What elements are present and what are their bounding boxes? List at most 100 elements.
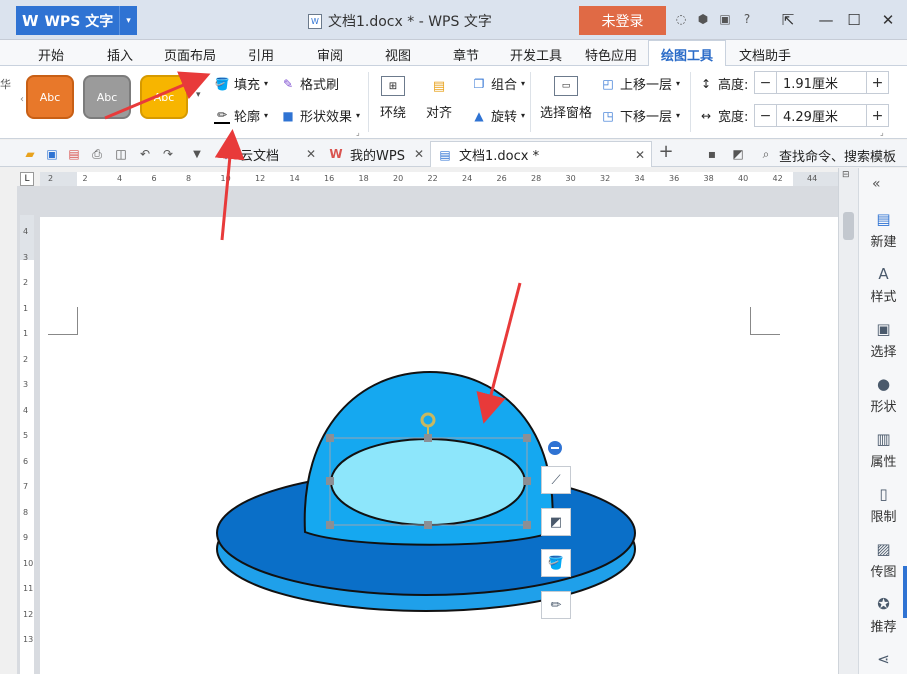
tab-developer[interactable]: 开发工具 — [510, 45, 562, 64]
tab-special[interactable]: 特色应用 — [585, 45, 637, 64]
minimize-button[interactable]: — — [812, 8, 840, 32]
width-stepper[interactable]: − 4.29厘米 + — [754, 104, 889, 127]
panel-expand-icon[interactable]: « — [872, 176, 881, 192]
feedback-icon[interactable]: ▣ — [716, 10, 734, 28]
ruler-tick-label: 3 — [23, 252, 29, 262]
help-icon[interactable]: ? — [738, 10, 756, 28]
dialog-launcher-icon[interactable]: ⌟ — [356, 128, 360, 137]
fill-button[interactable]: 🪣 填充 ▾ — [214, 74, 269, 94]
skin-icon[interactable]: ◌ — [672, 10, 690, 28]
search-command-box[interactable]: 查找命令、搜索模板 — [779, 146, 896, 165]
layout-options-icon[interactable]: ⟋ — [541, 466, 571, 494]
tab-reference[interactable]: 引用 — [248, 45, 274, 64]
tab-chapter[interactable]: 章节 — [453, 45, 479, 64]
close-icon[interactable]: ✕ — [414, 147, 424, 161]
rotate-icon: ▲ — [474, 108, 484, 123]
close-icon[interactable]: ✕ — [635, 148, 645, 162]
bring-forward-button[interactable]: ◰ 上移一层 ▾ — [600, 74, 680, 94]
app-menu-button[interactable]: W WPS 文字 ▾ — [16, 6, 137, 35]
open-folder-icon[interactable]: ▰ — [22, 146, 38, 162]
tab-insert[interactable]: 插入 — [107, 45, 133, 64]
width-increase-button[interactable]: + — [866, 105, 888, 126]
rotate-button[interactable]: ▲ 旋转 ▾ — [471, 106, 525, 126]
align-button[interactable]: ▤ 对齐 — [426, 76, 452, 122]
save-icon[interactable]: ▣ — [44, 146, 60, 162]
side-item-properties[interactable]: ▥ 属性 — [859, 430, 907, 470]
chevron-down-icon[interactable]: ▼ — [189, 146, 205, 162]
style-swatch-gray[interactable]: Abc — [83, 75, 131, 119]
selection-pane-button[interactable]: ▭ 选择窗格 — [540, 76, 592, 121]
undo-icon[interactable]: ↶ — [137, 146, 153, 162]
login-button[interactable]: 未登录 — [579, 6, 666, 35]
restore-icon[interactable]: ⇱ — [774, 8, 802, 32]
shape-effect-button[interactable]: ■ 形状效果 ▾ — [280, 106, 360, 126]
scroll-left-icon[interactable]: ‹ — [20, 94, 24, 105]
doc-tab-mywps[interactable]: W 我的WPS ✕ — [322, 141, 430, 167]
export-pdf-icon[interactable]: ▤ — [66, 146, 82, 162]
shape-style-icon[interactable]: ◩ — [541, 508, 571, 536]
vertical-scrollbar[interactable]: ⊟ — [838, 168, 858, 674]
fill-bucket-icon[interactable]: 🪣 — [541, 549, 571, 577]
dialog-launcher-icon[interactable]: ⌟ — [880, 128, 884, 137]
quick-access-bar: ▰ ▣ ▤ ⎙ ◫ ↶ ↷ ▼ ◆ 云文档 ✕ W 我的WPS ✕ ▤ 文档1.… — [0, 140, 907, 167]
side-item-restrict[interactable]: ▯ 限制 — [859, 485, 907, 525]
width-value[interactable]: 4.29厘米 — [777, 106, 838, 125]
side-item-recommend[interactable]: ✪ 推荐 — [859, 595, 907, 635]
tab-view[interactable]: 视图 — [385, 45, 411, 64]
tab-doc-assistant[interactable]: 文档助手 — [739, 45, 791, 64]
maximize-button[interactable]: ☐ — [840, 8, 868, 32]
print-icon[interactable]: ⎙ — [89, 146, 105, 162]
side-item-upload-image[interactable]: ▨ 传图 — [859, 540, 907, 580]
scrollbar-thumb[interactable] — [843, 212, 854, 240]
style-swatch-yellow[interactable]: Abc — [140, 75, 188, 119]
rotate-label: 旋转 — [491, 110, 518, 125]
chevron-down-icon: ▾ — [264, 79, 269, 88]
comment-icon[interactable]: ◩ — [730, 146, 746, 162]
style-swatch-orange[interactable]: Abc — [26, 75, 74, 119]
doc-tab-cloud[interactable]: ◆ 云文档 ✕ — [212, 141, 322, 167]
settings-icon[interactable]: ⬢ — [694, 10, 712, 28]
styles-more-icon[interactable]: ▾ — [196, 90, 201, 100]
redo-icon[interactable]: ↷ — [160, 146, 176, 162]
wrap-button[interactable]: ⊞ 环绕 — [380, 76, 406, 121]
format-brush-button[interactable]: ✎ 格式刷 — [280, 74, 339, 94]
doc-tab-document1[interactable]: ▤ 文档1.docx * ✕ — [430, 141, 652, 167]
print-preview-icon[interactable]: ◫ — [113, 146, 129, 162]
tab-start[interactable]: 开始 — [38, 45, 64, 64]
group-button[interactable]: ❐ 组合 ▾ — [471, 74, 525, 94]
send-backward-button[interactable]: ◳ 下移一层 ▾ — [600, 106, 680, 126]
document-page[interactable] — [40, 217, 838, 674]
new-tab-plus-icon[interactable]: + — [658, 141, 674, 162]
tab-page-layout[interactable]: 页面布局 — [164, 45, 216, 64]
side-item-style[interactable]: A 样式 — [859, 265, 907, 305]
close-button[interactable]: ✕ — [874, 8, 902, 32]
chevron-down-icon[interactable]: ▾ — [119, 6, 137, 35]
tab-drawing-tools[interactable]: 绘图工具 — [648, 40, 727, 67]
ruler-tick-label: 2 — [23, 354, 29, 364]
width-decrease-button[interactable]: − — [755, 105, 777, 126]
close-icon[interactable]: ✕ — [306, 147, 316, 161]
outline-pen-icon[interactable]: ✏ — [541, 591, 571, 619]
height-value[interactable]: 1.91厘米 — [777, 73, 838, 92]
side-item-share[interactable]: ⋖ — [859, 650, 907, 668]
medal-icon: ✪ — [877, 595, 890, 613]
selected-ellipse-shape[interactable] — [330, 438, 526, 526]
side-item-shape[interactable]: ● 形状 — [859, 375, 907, 415]
hat-drawing[interactable] — [40, 217, 838, 674]
cloud-doc-icon: ◆ — [221, 147, 231, 161]
tab-review[interactable]: 审阅 — [317, 45, 343, 64]
share-icon[interactable]: ▪ — [704, 146, 720, 162]
tab-stop-selector[interactable]: L — [20, 172, 34, 186]
side-item-new[interactable]: ▤ 新建 — [859, 210, 907, 250]
vertical-ruler: 4 3 2 1 1 2 3 4 5 6 7 8 9 10 11 12 13 — [20, 215, 34, 674]
height-stepper[interactable]: − 1.91厘米 + — [754, 71, 889, 94]
new-doc-icon: ▤ — [876, 210, 891, 228]
scroll-up-icon[interactable]: ⊟ — [842, 170, 850, 180]
search-icon[interactable]: ⌕ — [758, 146, 774, 162]
ruler-tick-label: 4 — [117, 174, 123, 183]
side-item-select[interactable]: ▣ 选择 — [859, 320, 907, 360]
height-increase-button[interactable]: + — [866, 72, 888, 93]
outline-button[interactable]: ✏ 轮廓 ▾ — [214, 106, 268, 125]
height-decrease-button[interactable]: − — [755, 72, 777, 93]
fill-bucket-icon: 🪣 — [214, 76, 230, 91]
